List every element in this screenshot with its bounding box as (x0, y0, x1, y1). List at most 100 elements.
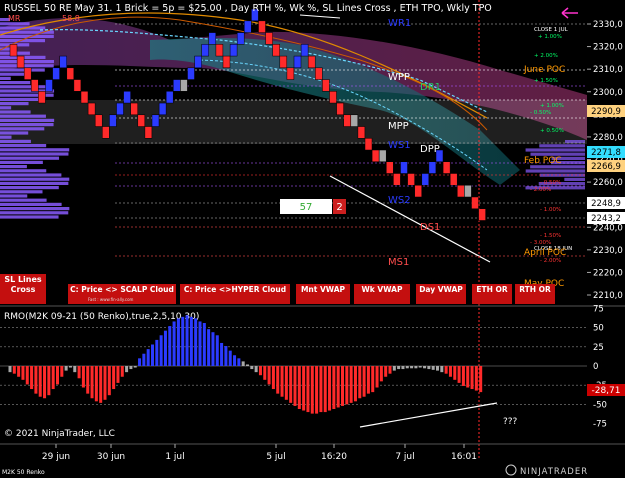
renko-brick (442, 161, 451, 174)
renko-brick (16, 55, 25, 69)
toolbar-button-7[interactable]: RTH OR (515, 284, 555, 304)
profile-bar (0, 64, 54, 68)
renko-brick (102, 126, 110, 139)
renko-brick (215, 44, 224, 57)
renko-brick (59, 55, 67, 69)
renko-brick (87, 102, 96, 116)
instrument-label: M2K 50 Renko (2, 469, 45, 476)
time-tick-label: 7 jul (395, 452, 414, 462)
toolbar-button-label[interactable]: RTH OR (519, 285, 551, 294)
toolbar-button-label[interactable]: C: Price <> SCALP Cloud (70, 285, 174, 294)
profile-bar (0, 131, 29, 135)
renko-brick (378, 149, 387, 163)
price-tick-label: 2220,0 (593, 268, 623, 278)
price-tick-label: 2300,0 (593, 88, 623, 98)
profile-bar (0, 81, 31, 85)
price-tick-label: 2320,0 (593, 43, 623, 53)
toolbar-button-label[interactable]: Day VWAP (419, 285, 463, 294)
renko-brick (222, 55, 231, 69)
osc-tick-label: 0 (593, 362, 598, 372)
profile-bar (0, 148, 70, 152)
renko-brick (229, 44, 238, 57)
profile-bar (0, 215, 59, 219)
side-label: CLOSE 1 JUL (534, 27, 569, 33)
profile-bar (0, 181, 69, 185)
side-label: - 1.00% (540, 207, 561, 213)
time-tick-label: 29 jun (42, 452, 70, 462)
toolbar-button-label[interactable]: C: Price <>HYPER Cloud (184, 285, 286, 294)
profile-bar (0, 169, 47, 173)
profile-bar-right (525, 169, 585, 173)
oscillator-axis-ticks: 7550250-25-50-75 (593, 304, 607, 429)
oscillator-value: -28,71 (591, 386, 620, 396)
toolbar-button-4[interactable]: Wk VWAP (354, 284, 410, 304)
osc-tick-label: 75 (593, 304, 604, 314)
renko-brick (173, 79, 181, 92)
profile-bar (0, 85, 46, 89)
time-tick-label: 5 jul (266, 452, 285, 462)
profile-bar (0, 190, 43, 194)
renko-brick (31, 79, 39, 92)
toolbar-button-2[interactable]: C: Price <>HYPER Cloud (180, 284, 290, 304)
side-label: + 0.50% (540, 128, 564, 134)
side-label: + 1.00% (538, 34, 562, 40)
side-label: + 1.00% (540, 103, 564, 109)
renko-brick (279, 55, 288, 69)
profile-bar (0, 156, 60, 160)
profile-bar (0, 114, 46, 118)
profile-bar (0, 198, 47, 202)
price-badge-value: 2266,9 (591, 162, 621, 172)
renko-brick (38, 91, 46, 104)
level-label: DS1 (420, 222, 440, 233)
toolbar-button-1[interactable]: C: Price <> SCALP Cloud Fast : www.fin-al… (68, 284, 176, 304)
renko-brick (94, 114, 103, 127)
tpo-count: 2 (336, 202, 342, 213)
toolbar-button-label[interactable]: ETH OR (476, 285, 508, 294)
toolbar-button-label[interactable]: Wk VWAP (362, 285, 403, 294)
renko-brick (293, 55, 302, 69)
price-tick-label: 2230,0 (593, 246, 623, 256)
profile-bar (0, 202, 62, 206)
price-tick-label: 2240,0 (593, 223, 623, 233)
renko-brick (194, 55, 202, 69)
renko-brick (23, 67, 32, 80)
time-tick-label: 1 jul (165, 452, 184, 462)
toolbar-button-label[interactable]: Mnt VWAP (301, 285, 346, 294)
time-tick-label: 16:20 (321, 452, 347, 462)
renko-brick (471, 196, 479, 209)
copyright: © 2021 NinjaTrader, LLC (4, 429, 115, 439)
profile-bar (0, 135, 12, 139)
toolbar-button-5[interactable]: Day VWAP (416, 284, 466, 304)
profile-bar (0, 102, 29, 106)
left-tag: MR (8, 14, 21, 23)
renko-brick (80, 91, 89, 104)
renko-brick (258, 20, 266, 33)
chart-title: RUSSEL 50 RE May 31. 1 Brick = 5p = $25.… (4, 3, 492, 14)
toolbar-button-3[interactable]: Mnt VWAP (296, 284, 350, 304)
profile-bar (0, 60, 54, 64)
renko-brick (421, 173, 430, 186)
renko-brick (165, 91, 174, 104)
annotation-question: ??? (503, 417, 518, 427)
toolbar-button-0[interactable]: SL LinesCross (0, 274, 46, 304)
renko-brick (144, 126, 153, 139)
toolbar-button-label[interactable]: Cross (11, 285, 36, 294)
osc-tick-label: -75 (593, 420, 607, 430)
renko-brick (265, 32, 273, 45)
price-tick-label: 2310,0 (593, 65, 623, 75)
renko-brick (116, 102, 124, 116)
profile-bar (0, 165, 27, 169)
side-label: - 0.50% (540, 180, 561, 186)
toolbar-button-6[interactable]: ETH OR (472, 284, 512, 304)
renko-brick (393, 173, 401, 186)
renko-brick (386, 161, 394, 174)
renko-brick (464, 184, 472, 198)
renko-brick (52, 67, 60, 80)
renko-brick (478, 208, 486, 221)
renko-brick (208, 32, 217, 45)
profile-bar (0, 160, 43, 164)
renko-brick (180, 79, 188, 92)
toolbar-button-label[interactable]: SL Lines (4, 275, 42, 284)
renko-brick (329, 91, 337, 104)
renko-brick (400, 161, 408, 174)
